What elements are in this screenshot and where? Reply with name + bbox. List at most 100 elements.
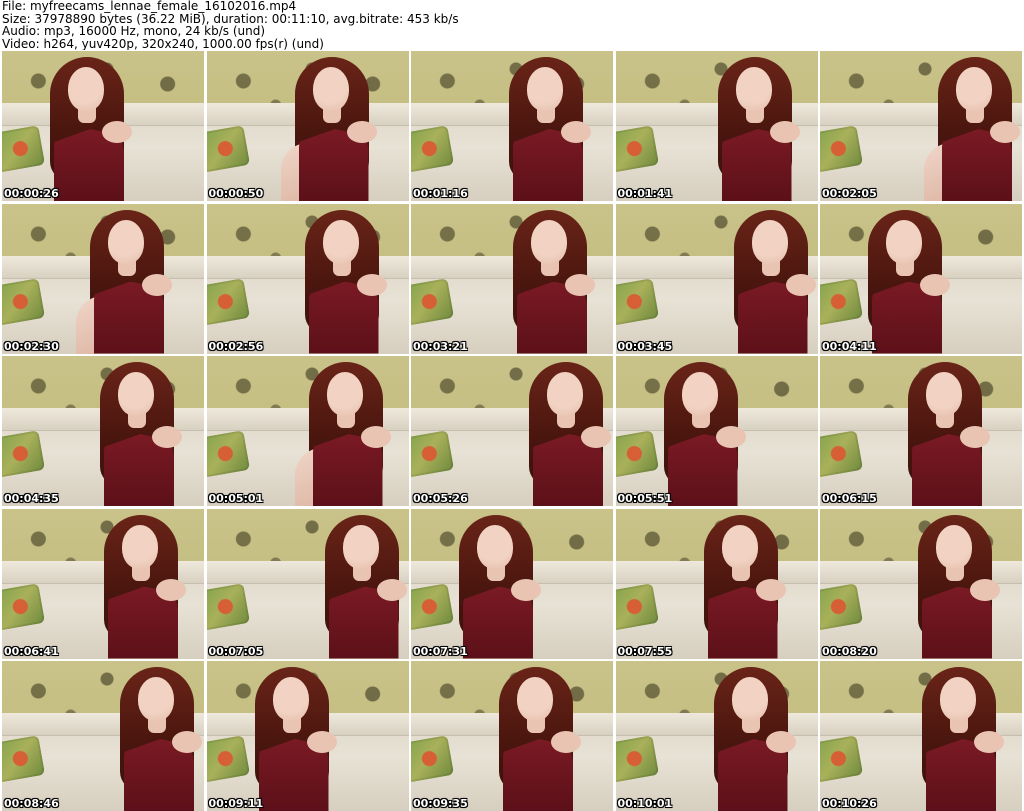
video-thumbnail: 00:08:46 — [2, 661, 204, 811]
face-shape — [477, 524, 513, 569]
shoulder-shape — [785, 273, 816, 296]
face-shape — [547, 372, 583, 416]
person-figure — [32, 51, 142, 201]
thumbnail-timestamp: 00:04:35 — [4, 492, 59, 505]
face-shape — [731, 677, 768, 721]
shoulder-shape — [356, 273, 387, 296]
thumbnail-timestamp: 00:02:56 — [208, 339, 264, 353]
shoulder-shape — [581, 426, 611, 448]
shoulder-shape — [172, 731, 202, 753]
person-figure — [441, 509, 551, 659]
video-thumbnail: 00:07:31 — [411, 508, 613, 659]
video-thumbnail: 00:10:26 — [820, 661, 1022, 811]
person-figure — [850, 204, 960, 354]
video-info-line: Video: h264, yuv420p, 320x240, 1000.00 f… — [2, 36, 324, 50]
person-figure — [287, 204, 397, 354]
thumbnail-timestamp: 00:07:55 — [617, 644, 673, 658]
video-thumbnail: 00:07:55 — [615, 508, 818, 659]
pillow — [206, 582, 250, 631]
person-figure — [495, 204, 605, 354]
face-shape — [886, 219, 922, 264]
thumbnail-timestamp: 00:04:11 — [822, 339, 877, 353]
person-figure — [82, 356, 192, 506]
thumbnail-timestamp: 00:08:20 — [822, 644, 877, 658]
video-thumbnail: 00:04:11 — [820, 203, 1022, 354]
video-thumbnail: 00:06:41 — [2, 508, 204, 659]
shoulder-shape — [561, 121, 591, 143]
pillow — [615, 735, 659, 783]
face-shape — [721, 524, 758, 569]
video-thumbnail: 00:09:35 — [411, 661, 613, 811]
thumbnail-timestamp: 00:09:35 — [413, 797, 468, 810]
face-shape — [956, 67, 992, 111]
thumbnail-timestamp: 00:02:30 — [4, 339, 59, 353]
face-shape — [936, 524, 972, 569]
person-figure — [102, 661, 204, 811]
shoulder-shape — [565, 273, 595, 296]
shoulder-shape — [755, 578, 786, 601]
pillow — [615, 277, 659, 326]
video-thumbnail: 00:02:56 — [206, 203, 409, 354]
thumbnail-timestamp: 00:03:21 — [413, 339, 468, 353]
pillow — [206, 430, 250, 478]
pillow — [820, 582, 864, 631]
face-shape — [138, 677, 174, 721]
face-shape — [122, 524, 158, 569]
shoulder-shape — [102, 121, 132, 143]
face-shape — [322, 219, 359, 264]
person-figure — [700, 51, 810, 201]
thumbnail-timestamp: 00:02:05 — [822, 187, 877, 200]
shoulder-shape — [142, 273, 172, 296]
person-figure — [307, 509, 409, 659]
face-shape — [272, 677, 309, 721]
pillow — [206, 277, 250, 326]
shoulder-shape — [765, 731, 796, 753]
thumbnail-timestamp: 00:08:46 — [4, 797, 59, 810]
shoulder-shape — [152, 426, 182, 448]
person-figure — [277, 51, 387, 201]
face-shape — [517, 677, 553, 721]
thumbnail-timestamp: 00:06:15 — [822, 492, 877, 505]
thumbnail-timestamp: 00:05:26 — [413, 492, 468, 505]
thumbnail-timestamp: 00:05:51 — [617, 492, 673, 505]
face-shape — [751, 219, 788, 264]
person-figure — [696, 661, 806, 811]
shoulder-shape — [990, 121, 1020, 143]
pillow — [615, 125, 659, 173]
file-name-line: File: myfreecams_lennae_female_16102016.… — [2, 0, 297, 13]
shoulder-shape — [970, 578, 1000, 601]
thumbnail-timestamp: 00:07:31 — [413, 644, 468, 658]
thumbnail-timestamp: 00:01:41 — [617, 187, 673, 200]
shoulder-shape — [960, 426, 990, 448]
thumbnail-timestamp: 00:05:01 — [208, 492, 264, 505]
face-shape — [735, 67, 772, 111]
person-figure — [72, 204, 182, 354]
video-thumbnail: 00:08:20 — [820, 508, 1022, 659]
thumbnail-grid: 00:00:26 00:00:50 00:01:16 00:01:41 00:02:05… — [2, 51, 1022, 811]
thumbnail-timestamp: 00:03:45 — [617, 339, 673, 353]
person-figure — [481, 661, 591, 811]
video-thumbnail: 00:05:26 — [411, 356, 613, 506]
face-shape — [527, 67, 563, 111]
person-figure — [237, 661, 347, 811]
pillow — [2, 277, 46, 326]
video-thumbnail: 00:04:35 — [2, 356, 204, 506]
person-figure — [646, 356, 756, 506]
face-shape — [926, 372, 962, 416]
video-thumbnail: 00:03:45 — [615, 203, 818, 354]
video-thumbnail: 00:06:15 — [820, 356, 1022, 506]
face-shape — [118, 372, 154, 416]
shoulder-shape — [551, 731, 581, 753]
pillow — [2, 582, 46, 631]
person-figure — [716, 204, 818, 354]
thumbnail-timestamp: 00:09:11 — [208, 797, 264, 810]
shoulder-shape — [156, 578, 186, 601]
shoulder-shape — [920, 273, 950, 296]
shoulder-shape — [511, 578, 541, 601]
thumbnail-timestamp: 00:00:26 — [4, 187, 59, 200]
video-thumbnail: 00:00:50 — [206, 51, 409, 201]
thumbnail-timestamp: 00:10:01 — [617, 797, 673, 810]
shoulder-shape — [715, 426, 746, 448]
pillow — [615, 582, 659, 631]
video-thumbnail: 00:05:01 — [206, 356, 409, 506]
